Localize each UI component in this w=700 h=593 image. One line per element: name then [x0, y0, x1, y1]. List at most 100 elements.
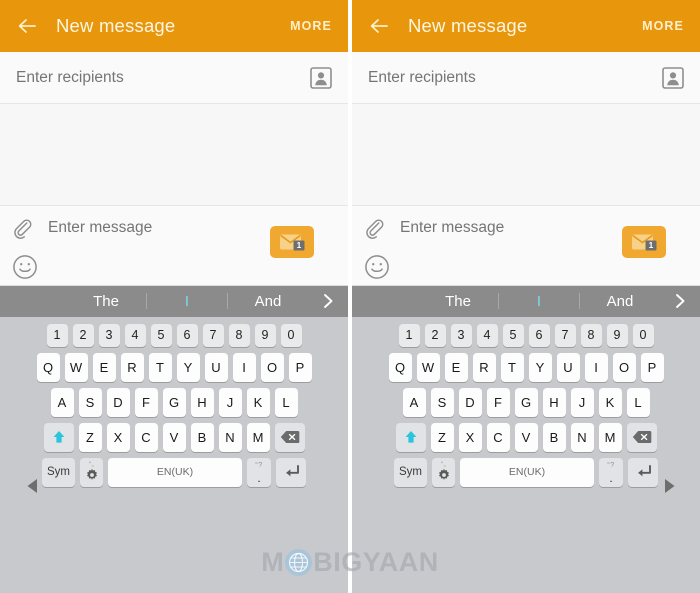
suggestion-item-2[interactable]: And: [228, 293, 308, 310]
key-t[interactable]: T: [500, 352, 524, 382]
key-1[interactable]: 1: [398, 323, 420, 347]
shift-key[interactable]: [43, 422, 74, 452]
key-b[interactable]: B: [190, 422, 214, 452]
key-8[interactable]: 8: [228, 323, 250, 347]
key-r[interactable]: R: [120, 352, 144, 382]
key-l[interactable]: L: [274, 387, 298, 417]
enter-key[interactable]: [628, 457, 658, 487]
key-1[interactable]: 1: [46, 323, 68, 347]
key-a[interactable]: A: [50, 387, 74, 417]
key-f[interactable]: F: [134, 387, 158, 417]
key-i[interactable]: I: [584, 352, 608, 382]
key-4[interactable]: 4: [476, 323, 498, 347]
key-k[interactable]: K: [246, 387, 270, 417]
key-d[interactable]: D: [458, 387, 482, 417]
backspace-key[interactable]: [626, 422, 657, 452]
more-button[interactable]: MORE: [290, 19, 334, 33]
recipients-field[interactable]: [0, 52, 348, 104]
send-button[interactable]: 1: [270, 225, 314, 258]
key-0[interactable]: 0: [632, 323, 654, 347]
contact-picker-icon[interactable]: [310, 66, 332, 89]
key-x[interactable]: X: [458, 422, 482, 452]
key-t[interactable]: T: [148, 352, 172, 382]
key-k[interactable]: K: [598, 387, 622, 417]
key-0[interactable]: 0: [280, 323, 302, 347]
suggestion-item-0[interactable]: The: [418, 293, 498, 310]
recipients-input[interactable]: [368, 68, 662, 87]
chevron-right-icon[interactable]: [660, 292, 700, 310]
triangle-left-icon[interactable]: [22, 475, 44, 497]
key-7[interactable]: 7: [554, 323, 576, 347]
smiley-icon[interactable]: [364, 254, 390, 280]
key-q[interactable]: Q: [388, 352, 412, 382]
key-y[interactable]: Y: [176, 352, 200, 382]
key-v[interactable]: V: [514, 422, 538, 452]
key-9[interactable]: 9: [606, 323, 628, 347]
key-v[interactable]: V: [162, 422, 186, 452]
space-key[interactable]: EN(UK): [108, 457, 242, 487]
key-j[interactable]: J: [570, 387, 594, 417]
key-g[interactable]: G: [514, 387, 538, 417]
key-n[interactable]: N: [218, 422, 242, 452]
paperclip-icon[interactable]: [12, 218, 36, 242]
keyboard-settings-key[interactable]: “„: [432, 457, 455, 487]
key-2[interactable]: 2: [424, 323, 446, 347]
key-n[interactable]: N: [570, 422, 594, 452]
paperclip-icon[interactable]: [364, 218, 388, 242]
sym-key[interactable]: Sym: [42, 457, 75, 487]
key-5[interactable]: 5: [150, 323, 172, 347]
key-o[interactable]: O: [612, 352, 636, 382]
chevron-right-icon[interactable]: [308, 292, 348, 310]
key-g[interactable]: G: [162, 387, 186, 417]
key-6[interactable]: 6: [176, 323, 198, 347]
key-j[interactable]: J: [218, 387, 242, 417]
recipients-input[interactable]: [16, 68, 310, 87]
key-l[interactable]: L: [626, 387, 650, 417]
more-button[interactable]: MORE: [642, 19, 686, 33]
back-arrow-icon[interactable]: [366, 13, 392, 39]
send-button[interactable]: 1: [622, 225, 666, 258]
key-3[interactable]: 3: [450, 323, 472, 347]
key-i[interactable]: I: [232, 352, 256, 382]
suggestion-item-0[interactable]: The: [66, 293, 146, 310]
suggestion-item-1[interactable]: I: [499, 293, 579, 310]
key-e[interactable]: E: [444, 352, 468, 382]
key-q[interactable]: Q: [36, 352, 60, 382]
key-w[interactable]: W: [64, 352, 88, 382]
key-p[interactable]: P: [288, 352, 312, 382]
key-f[interactable]: F: [486, 387, 510, 417]
key-o[interactable]: O: [260, 352, 284, 382]
smiley-icon[interactable]: [12, 254, 38, 280]
key-7[interactable]: 7: [202, 323, 224, 347]
key-s[interactable]: S: [430, 387, 454, 417]
punctuation-key[interactable]: “? .: [599, 457, 623, 487]
key-5[interactable]: 5: [502, 323, 524, 347]
key-h[interactable]: H: [190, 387, 214, 417]
key-8[interactable]: 8: [580, 323, 602, 347]
key-m[interactable]: M: [246, 422, 270, 452]
shift-key[interactable]: [395, 422, 426, 452]
key-3[interactable]: 3: [98, 323, 120, 347]
key-h[interactable]: H: [542, 387, 566, 417]
key-e[interactable]: E: [92, 352, 116, 382]
key-a[interactable]: A: [402, 387, 426, 417]
keyboard-settings-key[interactable]: “„: [80, 457, 103, 487]
contact-picker-icon[interactable]: [662, 66, 684, 89]
key-z[interactable]: Z: [78, 422, 102, 452]
key-2[interactable]: 2: [72, 323, 94, 347]
key-s[interactable]: S: [78, 387, 102, 417]
sym-key[interactable]: Sym: [394, 457, 427, 487]
punctuation-key[interactable]: “? .: [247, 457, 271, 487]
key-c[interactable]: C: [134, 422, 158, 452]
key-w[interactable]: W: [416, 352, 440, 382]
enter-key[interactable]: [276, 457, 306, 487]
key-9[interactable]: 9: [254, 323, 276, 347]
key-x[interactable]: X: [106, 422, 130, 452]
suggestion-item-1[interactable]: I: [147, 293, 227, 310]
back-arrow-icon[interactable]: [14, 13, 40, 39]
recipients-field[interactable]: [352, 52, 700, 104]
suggestion-item-2[interactable]: And: [580, 293, 660, 310]
key-u[interactable]: U: [556, 352, 580, 382]
key-y[interactable]: Y: [528, 352, 552, 382]
space-key[interactable]: EN(UK): [460, 457, 594, 487]
